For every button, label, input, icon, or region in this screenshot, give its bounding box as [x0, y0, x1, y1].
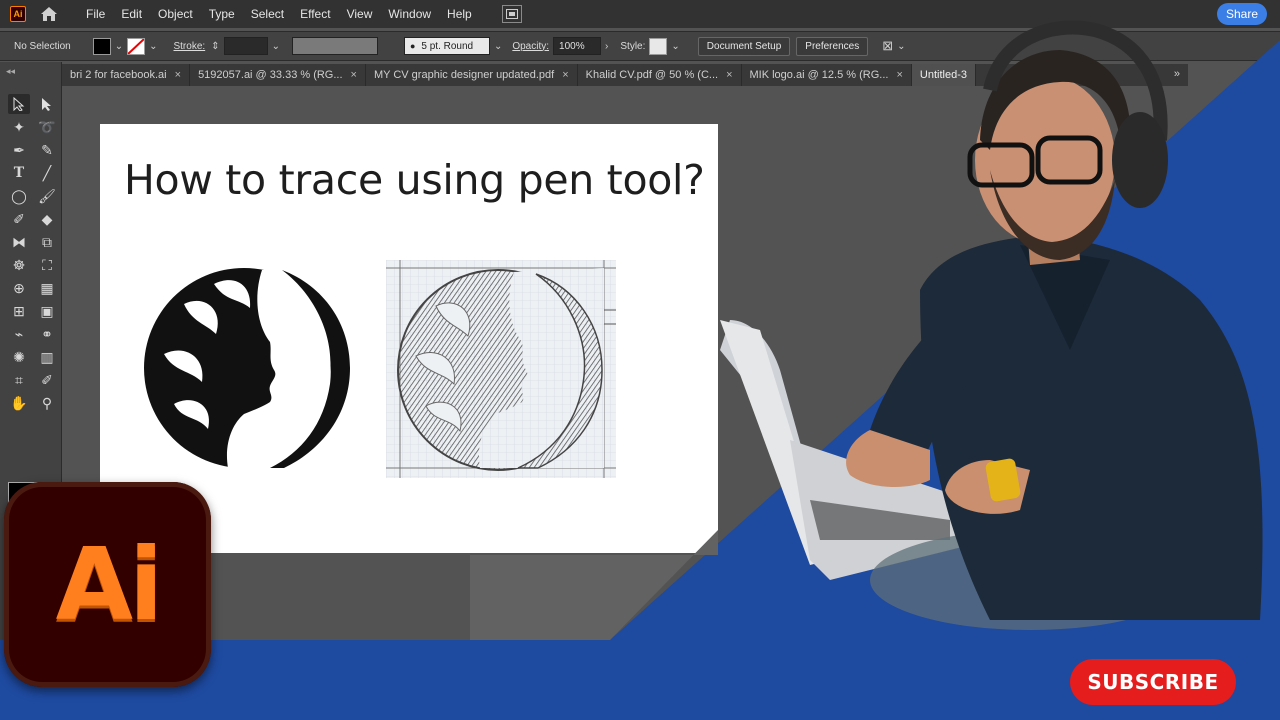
illustrator-logo: Ai [4, 482, 211, 687]
subscribe-button[interactable]: SUBSCRIBE [1070, 659, 1236, 705]
thumbnail-root: Ai File Edit Object Type Select Effect V… [0, 0, 1280, 720]
presenter-photo [720, 20, 1263, 630]
illustrator-logo-text: Ai [55, 526, 164, 643]
